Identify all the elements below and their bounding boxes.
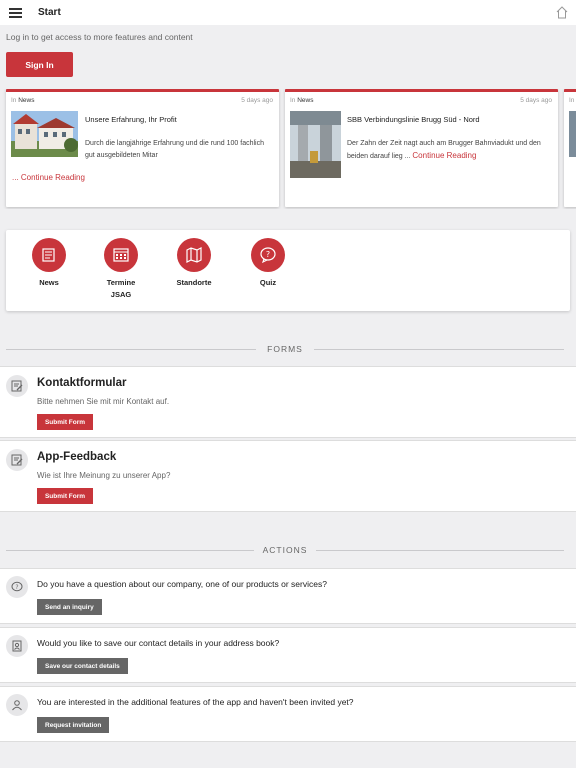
svg-text:?: ? [15,584,18,591]
actions-section-heading: ACTIONS [6,545,564,557]
news-card-partial[interactable]: In [564,89,576,207]
form-edit-icon [6,449,28,471]
form-description: Wie ist Ihre Meinung zu unserer App? [37,471,171,480]
card-category: News [18,97,35,104]
form-edit-icon [6,375,28,397]
save-contact-details-button[interactable]: Save our contact details [37,658,128,674]
forms-section-heading: FORMS [6,344,564,356]
card-title[interactable]: Unsere Erfahrung, Ihr Profit [85,115,177,124]
continue-reading-link[interactable]: Continue Reading [412,151,476,160]
top-bar: Start [0,0,576,25]
map-icon [177,238,211,272]
news-image-partial [569,111,576,157]
form-description: Bitte nehmen Sie mit mir Kontakt auf. [37,397,170,406]
login-note: Log in to get access to more features an… [6,32,193,42]
form-row-kontaktformular: Kontaktformular Bitte nehmen Sie mit mir… [0,366,576,438]
form-title: App-Feedback [37,451,117,463]
quick-link-news[interactable]: News [14,238,84,289]
quick-link-quiz[interactable]: ? Quiz [233,238,303,289]
newspaper-icon [32,238,66,272]
card-title[interactable]: SBB Verbindungslinie Brugg Süd - Nord [347,115,480,124]
card-excerpt: Durch die langjährige Erfahrung und die … [85,140,265,159]
page-title: Start [38,7,61,18]
hamburger-menu-icon[interactable] [9,8,22,18]
request-invitation-button[interactable]: Request invitation [37,717,110,733]
question-chat-icon: ? [6,576,28,598]
form-row-app-feedback: App-Feedback Wie ist Ihre Meinung zu uns… [0,440,576,512]
quick-link-label: Quiz [259,278,277,287]
home-icon[interactable] [556,6,568,19]
calendar-icon [104,238,138,272]
card-age: 5 days ago [520,97,552,104]
quick-link-standorte[interactable]: Standorte [159,238,229,289]
quick-link-label: Standorte [176,278,212,287]
card-in-prefix: In [11,97,17,104]
card-in-prefix: In [569,97,575,104]
question-bubble-icon: ? [251,238,285,272]
news-carousel[interactable]: In News 5 days ago Unsere Erfahrung, Ihr… [0,89,576,209]
svg-text:?: ? [266,250,270,259]
send-inquiry-button[interactable]: Send an inquiry [37,599,102,615]
sign-in-button[interactable]: Sign In [6,52,73,77]
action-row-inquiry: ? Do you have a question about our compa… [0,568,576,624]
action-question: Do you have a question about our company… [37,579,327,589]
news-card[interactable]: In News 5 days ago SBB Verbindungslinie … [285,89,558,207]
submit-form-button[interactable]: Submit Form [37,488,93,504]
submit-form-button[interactable]: Submit Form [37,414,93,430]
card-category: News [297,97,314,104]
action-question: Would you like to save our contact detai… [37,638,280,648]
continue-reading-link[interactable]: ... Continue Reading [12,173,85,182]
quick-links-panel: News Termine JSAG Standorte ? Quiz [6,230,570,311]
quick-link-termine[interactable]: Termine JSAG [86,238,156,301]
action-row-contact-details: Would you like to save our contact detai… [0,627,576,683]
card-in-prefix: In [290,97,296,104]
quick-link-label: News [39,278,59,287]
form-title: Kontaktformular [37,377,127,389]
user-icon [6,694,28,716]
action-row-invitation: You are interested in the additional fea… [0,686,576,742]
quick-link-label: Termine JSAG [106,278,136,299]
news-image-building[interactable] [11,111,78,157]
news-image-viaduct[interactable] [290,111,341,178]
action-question: You are interested in the additional fea… [37,697,354,707]
contact-card-icon [6,635,28,657]
card-age: 5 days ago [241,97,273,104]
news-card[interactable]: In News 5 days ago Unsere Erfahrung, Ihr… [6,89,279,207]
